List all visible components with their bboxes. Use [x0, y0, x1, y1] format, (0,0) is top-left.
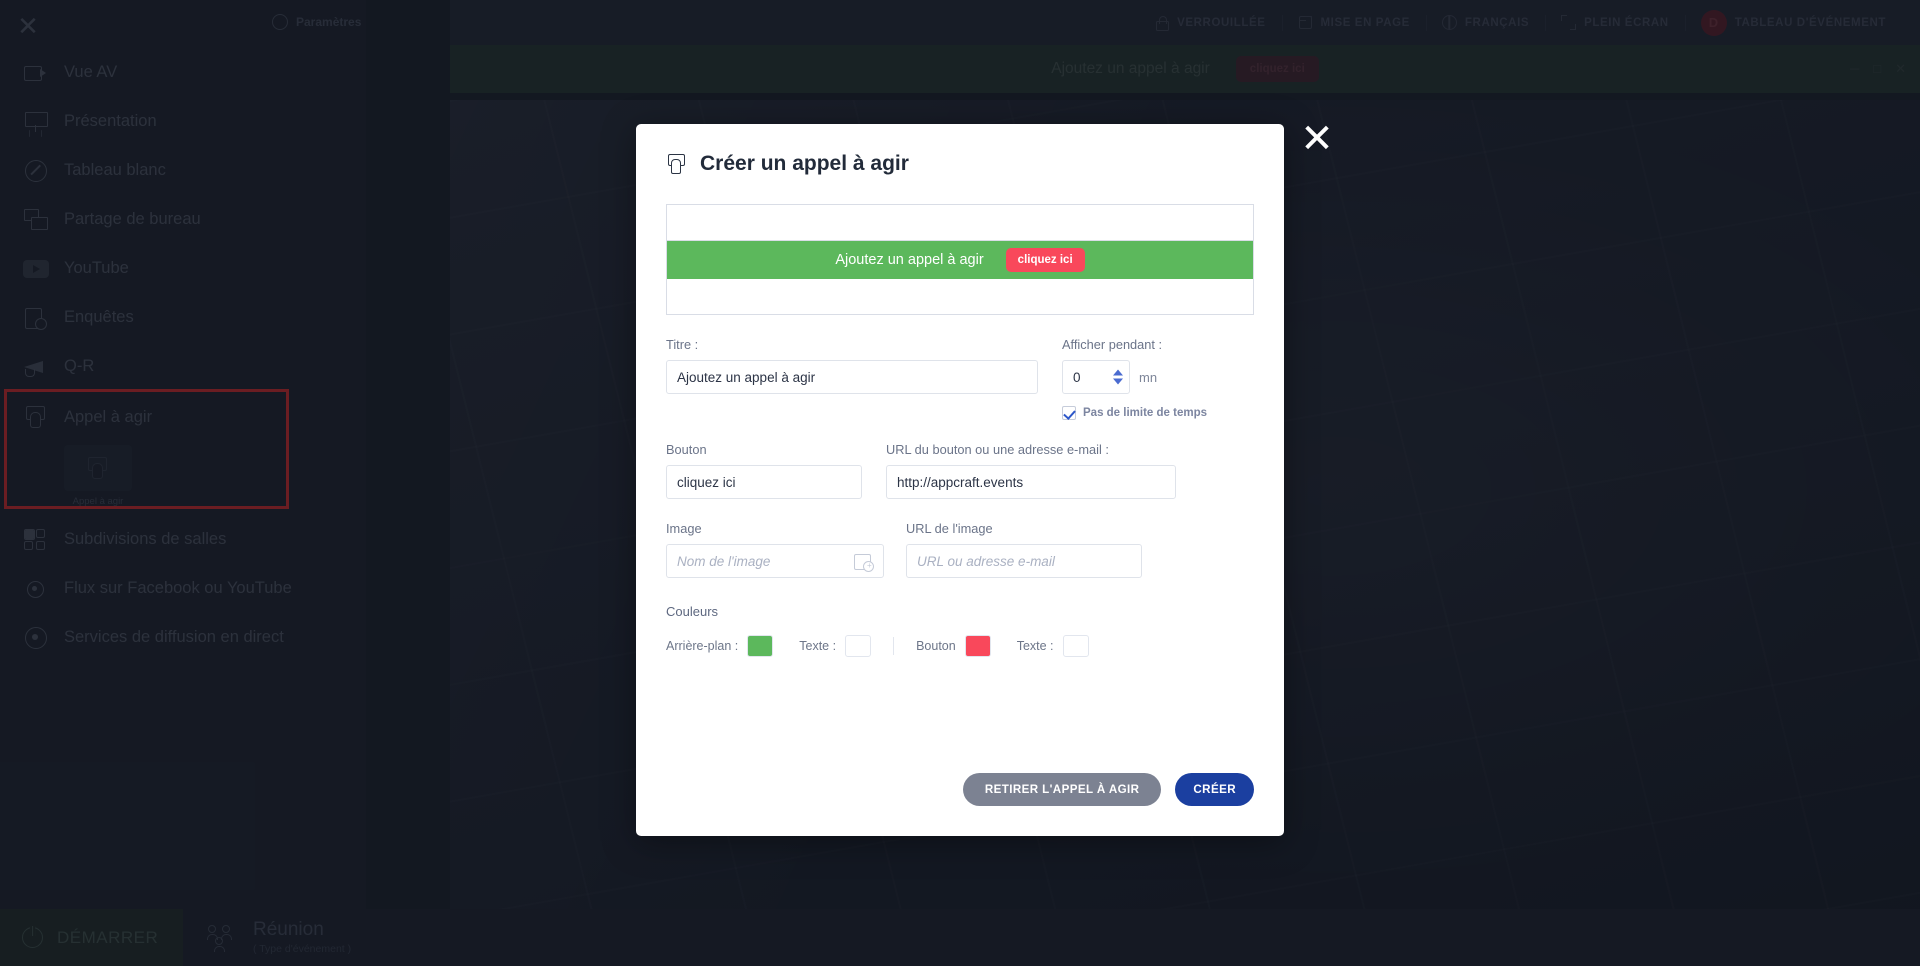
title-duration-row: Titre : Afficher pendant : mn Pas de lim…: [666, 337, 1254, 420]
duration-field-group: Afficher pendant : mn Pas de limite de t…: [1062, 337, 1222, 420]
remove-cta-button[interactable]: RETIRER L'APPEL À AGIR: [962, 773, 1162, 806]
button-field-group: Bouton: [666, 442, 862, 499]
button-color-swatch[interactable]: [964, 635, 991, 657]
add-image-icon[interactable]: +: [854, 554, 874, 572]
modal-title-row: Créer un appel à agir: [666, 152, 1254, 176]
background-text-color-label: Texte :: [799, 639, 837, 653]
image-url-field-group: URL de l'image: [906, 521, 1142, 578]
create-button[interactable]: CRÉER: [1175, 773, 1254, 806]
cta-preview-top-area: [667, 205, 1253, 241]
no-time-limit-label: Pas de limite de temps: [1083, 407, 1207, 419]
cta-preview-band: Ajoutez un appel à agir cliquez ici: [667, 241, 1253, 279]
cta-preview-text: Ajoutez un appel à agir: [835, 252, 984, 268]
url-field-group: URL du bouton ou une adresse e-mail :: [886, 442, 1176, 499]
image-url-input[interactable]: [906, 544, 1142, 578]
url-field-label: URL du bouton ou une adresse e-mail :: [886, 442, 1109, 457]
button-text-input[interactable]: [666, 465, 862, 499]
duration-unit-label: mn: [1139, 369, 1158, 385]
title-field-group: Titre :: [666, 337, 1038, 420]
cta-preview-button[interactable]: cliquez ici: [1005, 248, 1085, 272]
button-text-color-label: Texte :: [1016, 639, 1054, 653]
background-color-swatch[interactable]: [747, 635, 774, 657]
cta-preview: Ajoutez un appel à agir cliquez ici: [666, 204, 1254, 315]
duration-field-label: Afficher pendant :: [1062, 337, 1163, 352]
divider: [893, 637, 895, 655]
colors-section-label: Couleurs: [666, 604, 719, 619]
title-field-label: Titre :: [666, 337, 699, 352]
page-title: Créer un appel à agir: [700, 152, 909, 175]
background-text-color-swatch[interactable]: [845, 635, 872, 657]
call-to-action-icon: [666, 154, 686, 174]
duration-stepper[interactable]: [1062, 360, 1130, 394]
image-field-group: Image +: [666, 521, 884, 578]
button-color-label: Bouton: [916, 639, 956, 653]
spinner-arrows-icon[interactable]: [1113, 369, 1123, 385]
image-name-input[interactable]: [666, 544, 884, 578]
image-row: Image + URL de l'image: [666, 521, 1254, 578]
create-cta-modal: Créer un appel à agir Ajoutez un appel à…: [636, 124, 1284, 836]
title-input[interactable]: [666, 360, 1038, 394]
image-url-field-label: URL de l'image: [906, 521, 993, 536]
background-color-label: Arrière-plan :: [666, 639, 739, 653]
no-time-limit-checkbox[interactable]: [1062, 406, 1076, 420]
modal-footer: RETIRER L'APPEL À AGIR CRÉER: [636, 773, 1284, 806]
colors-row: Arrière-plan : Texte : Bouton Texte :: [666, 635, 1254, 657]
cta-preview-bottom-area: [667, 279, 1253, 315]
button-field-label: Bouton: [666, 442, 707, 457]
button-url-row: Bouton URL du bouton ou une adresse e-ma…: [666, 442, 1254, 499]
modal-close-icon[interactable]: ✕: [1296, 118, 1338, 160]
no-time-limit-row[interactable]: Pas de limite de temps: [1062, 406, 1222, 420]
button-text-color-swatch[interactable]: [1062, 635, 1089, 657]
image-field-label: Image: [666, 521, 702, 536]
url-input[interactable]: [886, 465, 1176, 499]
